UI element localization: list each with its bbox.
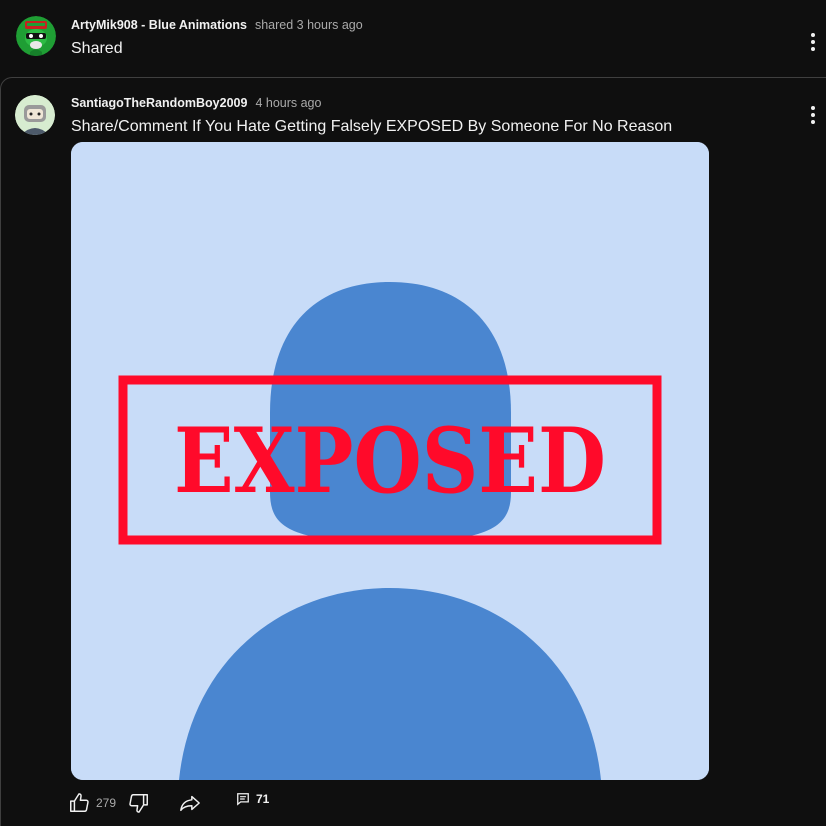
post-text: Shared xyxy=(71,40,123,57)
author-name[interactable]: SantiagoTheRandomBoy2009 xyxy=(71,96,247,110)
dislike-button[interactable] xyxy=(128,792,150,814)
share-arrow-icon xyxy=(180,795,200,812)
share-button[interactable] xyxy=(178,792,202,814)
post-timestamp: 4 hours ago xyxy=(255,96,322,110)
embedded-original-post[interactable]: SantiagoTheRandomBoy2009 4 hours ago Sha… xyxy=(0,77,826,826)
thumbs-down-icon xyxy=(129,794,148,813)
author-name[interactable]: ArtyMik908 - Blue Animations xyxy=(71,18,247,32)
like-count: 279 xyxy=(96,796,117,810)
like-button[interactable]: 279 xyxy=(68,792,116,814)
shared-post: ArtyMik908 - Blue Animations shared 3 ho… xyxy=(0,0,826,78)
comment-icon xyxy=(237,793,249,806)
more-menu-button[interactable] xyxy=(803,30,823,54)
avatar[interactable] xyxy=(16,16,56,56)
post-text: Share/Comment If You Hate Getting Falsel… xyxy=(71,118,673,135)
avatar[interactable] xyxy=(15,95,55,135)
comments-button[interactable]: 71 xyxy=(236,792,269,806)
community-feed: ArtyMik908 - Blue Animations shared 3 ho… xyxy=(0,0,826,826)
thumbs-up-icon xyxy=(70,793,89,812)
stamp-text: EXPOSED xyxy=(174,408,606,514)
more-vert-icon xyxy=(811,33,815,37)
author-line: ArtyMik908 - Blue Animations shared 3 ho… xyxy=(71,18,363,32)
author-line: SantiagoTheRandomBoy2009 4 hours ago xyxy=(71,96,321,110)
comment-count: 71 xyxy=(256,792,270,806)
post-image[interactable]: EXPOSED xyxy=(71,142,709,780)
post-timestamp: shared 3 hours ago xyxy=(254,18,363,32)
exposed-image: EXPOSED xyxy=(71,142,709,780)
more-menu-button[interactable] xyxy=(803,103,823,127)
more-vert-icon xyxy=(811,106,815,110)
